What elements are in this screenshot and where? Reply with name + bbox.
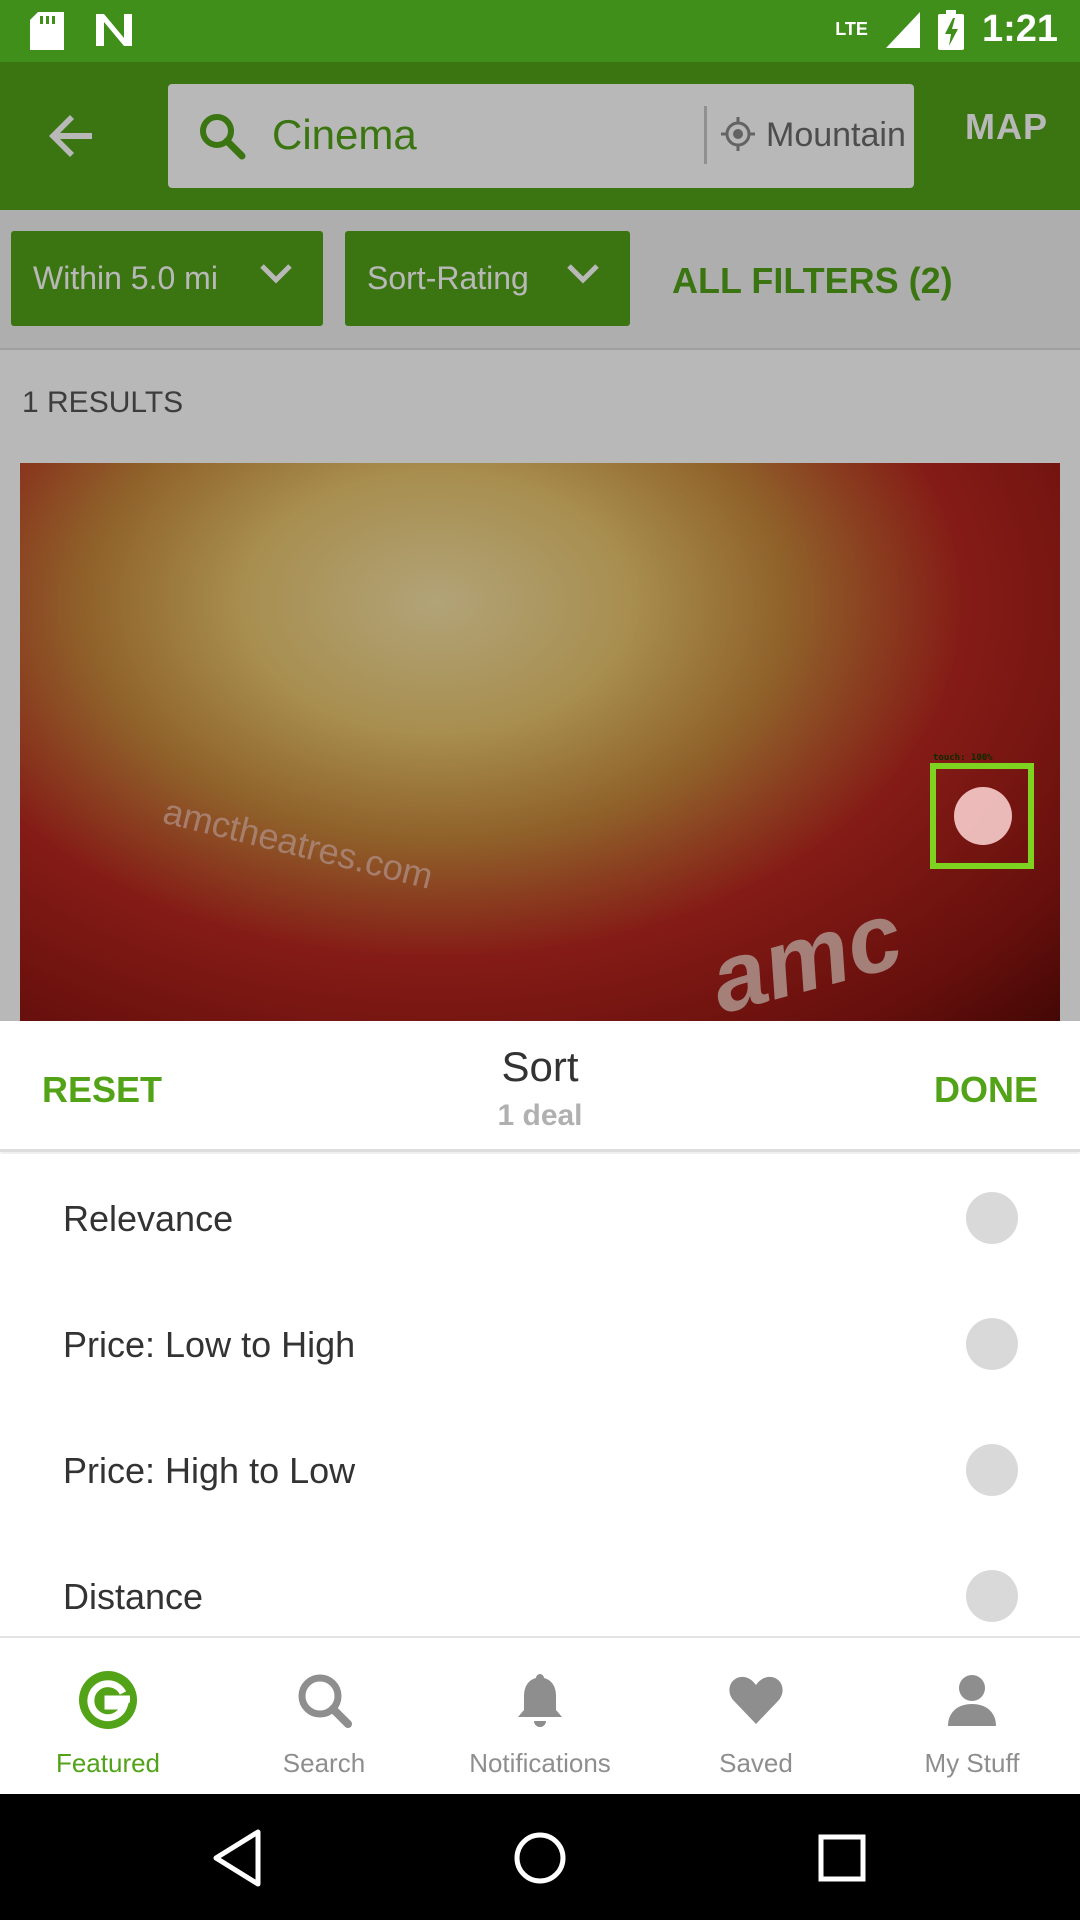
sd-card-icon	[30, 12, 64, 50]
signal-icon	[885, 11, 920, 48]
nav-label: Saved	[719, 1748, 793, 1778]
network-type: LTE	[835, 19, 868, 39]
sort-options-list: Relevance Price: Low to High Price: High…	[0, 1154, 1080, 1636]
person-icon	[948, 1675, 996, 1726]
n-notification-icon	[96, 14, 132, 46]
nav-item-featured[interactable]: Featured	[0, 1638, 216, 1794]
sort-sheet-header: RESET Sort 1 deal DONE	[0, 1021, 1080, 1152]
system-nav-bar	[0, 1794, 1080, 1920]
groupon-g-icon	[79, 1671, 137, 1729]
radio-button[interactable]	[966, 1192, 1018, 1244]
nav-item-my-stuff[interactable]: My Stuff	[864, 1638, 1080, 1794]
done-button[interactable]: DONE	[934, 1069, 1038, 1111]
sort-option-label: Relevance	[63, 1198, 234, 1239]
nav-label: Notifications	[469, 1748, 611, 1778]
sort-option-price-high-low[interactable]: Price: High to Low	[0, 1406, 1080, 1532]
search-icon	[298, 1674, 352, 1728]
home-circle-icon[interactable]	[508, 1826, 572, 1890]
touch-point	[954, 787, 1012, 845]
nav-item-search[interactable]: Search	[216, 1638, 432, 1794]
radio-button[interactable]	[966, 1318, 1018, 1370]
sort-option-relevance[interactable]: Relevance	[0, 1154, 1080, 1280]
touch-indicator-label: touch: 100%	[933, 753, 993, 763]
back-triangle-icon[interactable]	[206, 1826, 270, 1890]
radio-button[interactable]	[966, 1570, 1018, 1622]
recents-square-icon[interactable]	[810, 1826, 874, 1890]
sort-option-distance[interactable]: Distance	[0, 1532, 1080, 1636]
sheet-subtitle: 1 deal	[497, 1099, 583, 1132]
sort-option-price-low-high[interactable]: Price: Low to High	[0, 1280, 1080, 1406]
sort-option-label: Price: High to Low	[63, 1450, 356, 1491]
sheet-title: Sort	[501, 1043, 579, 1090]
clock: 1:21	[981, 8, 1058, 50]
battery-charging-icon	[937, 9, 964, 50]
sort-option-label: Price: Low to High	[63, 1324, 356, 1365]
nav-item-saved[interactable]: Saved	[648, 1638, 864, 1794]
heart-icon	[729, 1676, 783, 1724]
nav-label: My Stuff	[924, 1748, 1020, 1778]
nav-item-notifications[interactable]: Notifications	[432, 1638, 648, 1794]
radio-button[interactable]	[966, 1444, 1018, 1496]
status-bar: LTE 1:21	[0, 0, 1080, 62]
bell-icon	[518, 1674, 562, 1727]
nav-label: Featured	[55, 1748, 161, 1778]
dim-overlay[interactable]	[0, 62, 1080, 1021]
bottom-nav: Featured Search Notifications Saved My S…	[0, 1636, 1080, 1794]
sort-option-label: Distance	[63, 1576, 204, 1617]
nav-label: Search	[282, 1748, 366, 1778]
